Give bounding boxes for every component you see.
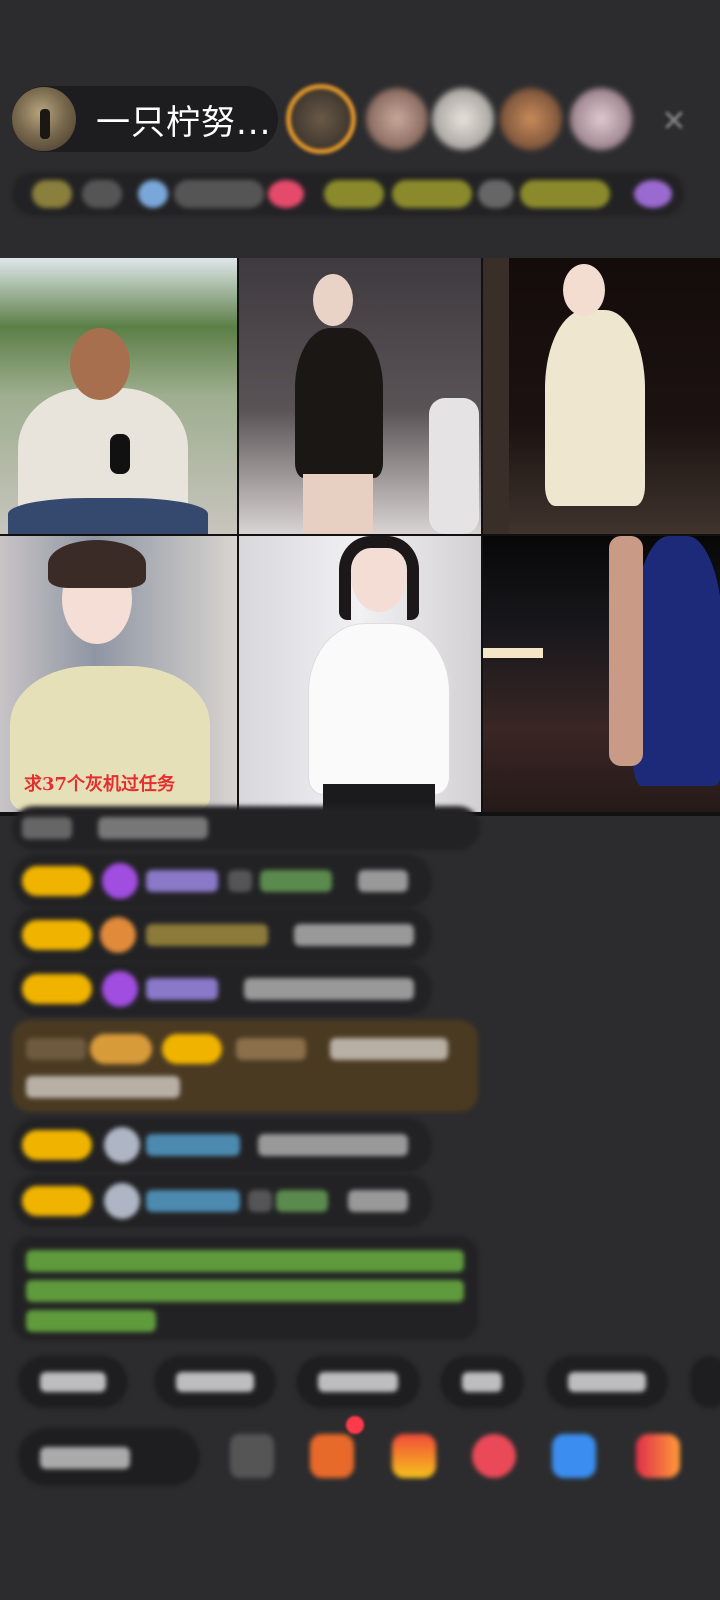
video-tile-6[interactable] — [483, 536, 720, 812]
quick-reply-button[interactable] — [18, 1356, 128, 1408]
viewer-avatar[interactable] — [432, 88, 494, 150]
chat-message[interactable] — [12, 1118, 432, 1172]
video-tile-2[interactable] — [239, 258, 481, 534]
room-info-bar[interactable] — [12, 172, 684, 216]
quick-reply-button[interactable] — [546, 1356, 668, 1408]
video-tile-4[interactable]: 求37个灰机过任务 — [0, 536, 237, 812]
quick-reply-button[interactable] — [296, 1356, 420, 1408]
heart-icon[interactable] — [472, 1434, 516, 1478]
chat-message[interactable] — [12, 854, 432, 908]
shop-icon[interactable] — [310, 1434, 354, 1478]
video-tile-1[interactable] — [0, 258, 237, 534]
viewer-avatar[interactable] — [366, 88, 428, 150]
host-name[interactable]: 一只柠努... — [96, 95, 271, 144]
chat-message-highlighted[interactable] — [12, 1020, 478, 1112]
chat-message[interactable] — [12, 806, 480, 850]
chat-message[interactable] — [12, 1174, 432, 1228]
quick-reply-button[interactable] — [154, 1356, 276, 1408]
gift-icon[interactable] — [392, 1434, 436, 1478]
system-notice — [12, 1236, 478, 1340]
more-icon[interactable] — [636, 1434, 680, 1478]
close-icon[interactable]: ✕ — [656, 104, 692, 140]
notification-dot — [346, 1416, 364, 1434]
video-tile-3[interactable] — [483, 258, 720, 534]
chat-message[interactable] — [12, 908, 432, 962]
viewer-avatar[interactable] — [286, 84, 356, 154]
quick-reply-button[interactable] — [440, 1356, 524, 1408]
host-avatar[interactable] — [12, 87, 76, 151]
tile-caption: 求37个灰机过任务 — [24, 774, 176, 795]
share-icon[interactable] — [552, 1434, 596, 1478]
comment-input[interactable] — [18, 1428, 200, 1486]
multi-guest-video-grid: 求37个灰机过任务 — [0, 258, 720, 816]
chat-message[interactable] — [12, 962, 432, 1016]
quick-reply-button[interactable] — [690, 1356, 720, 1408]
emoji-icon[interactable] — [230, 1434, 274, 1478]
viewer-avatar[interactable] — [500, 88, 562, 150]
live-room-screen: 一只柠努... ✕ 求37个灰机过任务 — [0, 0, 720, 1600]
host-info-pill[interactable]: 一只柠努... — [12, 86, 278, 152]
video-tile-5[interactable] — [239, 536, 481, 812]
viewer-avatar[interactable] — [570, 88, 632, 150]
